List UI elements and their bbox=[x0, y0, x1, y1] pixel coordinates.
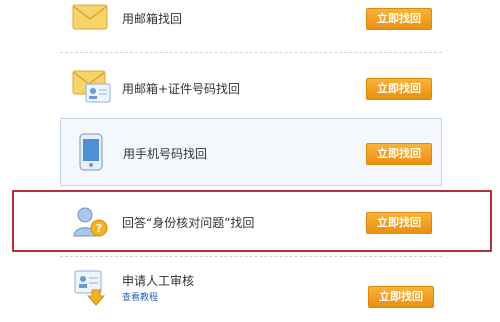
option-email-label: 用邮箱找回 bbox=[122, 12, 183, 26]
manual-review-icon bbox=[74, 270, 106, 306]
password-recovery-page: 用邮箱找回 立即找回 用邮箱+证件号码找回 立即找回 用手机号码找回 立即找回 bbox=[0, 0, 500, 322]
recover-manual-review-button[interactable]: 立即找回 bbox=[368, 286, 434, 308]
option-email: 用邮箱找回 立即找回 bbox=[60, 0, 442, 40]
option-phone: 用手机号码找回 立即找回 bbox=[60, 118, 442, 186]
phone-icon bbox=[79, 133, 103, 171]
mail-id-card-icon bbox=[72, 70, 111, 103]
mail-icon bbox=[72, 4, 108, 30]
option-email-id: 用邮箱+证件号码找回 立即找回 bbox=[60, 62, 442, 114]
divider bbox=[60, 256, 442, 257]
divider bbox=[60, 52, 442, 53]
view-tutorial-link[interactable]: 查看教程 bbox=[122, 290, 158, 303]
recover-email-id-button[interactable]: 立即找回 bbox=[366, 78, 432, 100]
option-phone-label: 用手机号码找回 bbox=[123, 147, 208, 161]
option-email-id-label: 用邮箱+证件号码找回 bbox=[122, 82, 241, 96]
option-manual-review: 申请人工审核 查看教程 立即找回 bbox=[60, 262, 442, 322]
recover-phone-button[interactable]: 立即找回 bbox=[366, 143, 432, 165]
recover-email-button[interactable]: 立即找回 bbox=[366, 8, 432, 30]
option-manual-review-label: 申请人工审核 bbox=[122, 274, 195, 288]
highlight-box bbox=[12, 190, 492, 252]
